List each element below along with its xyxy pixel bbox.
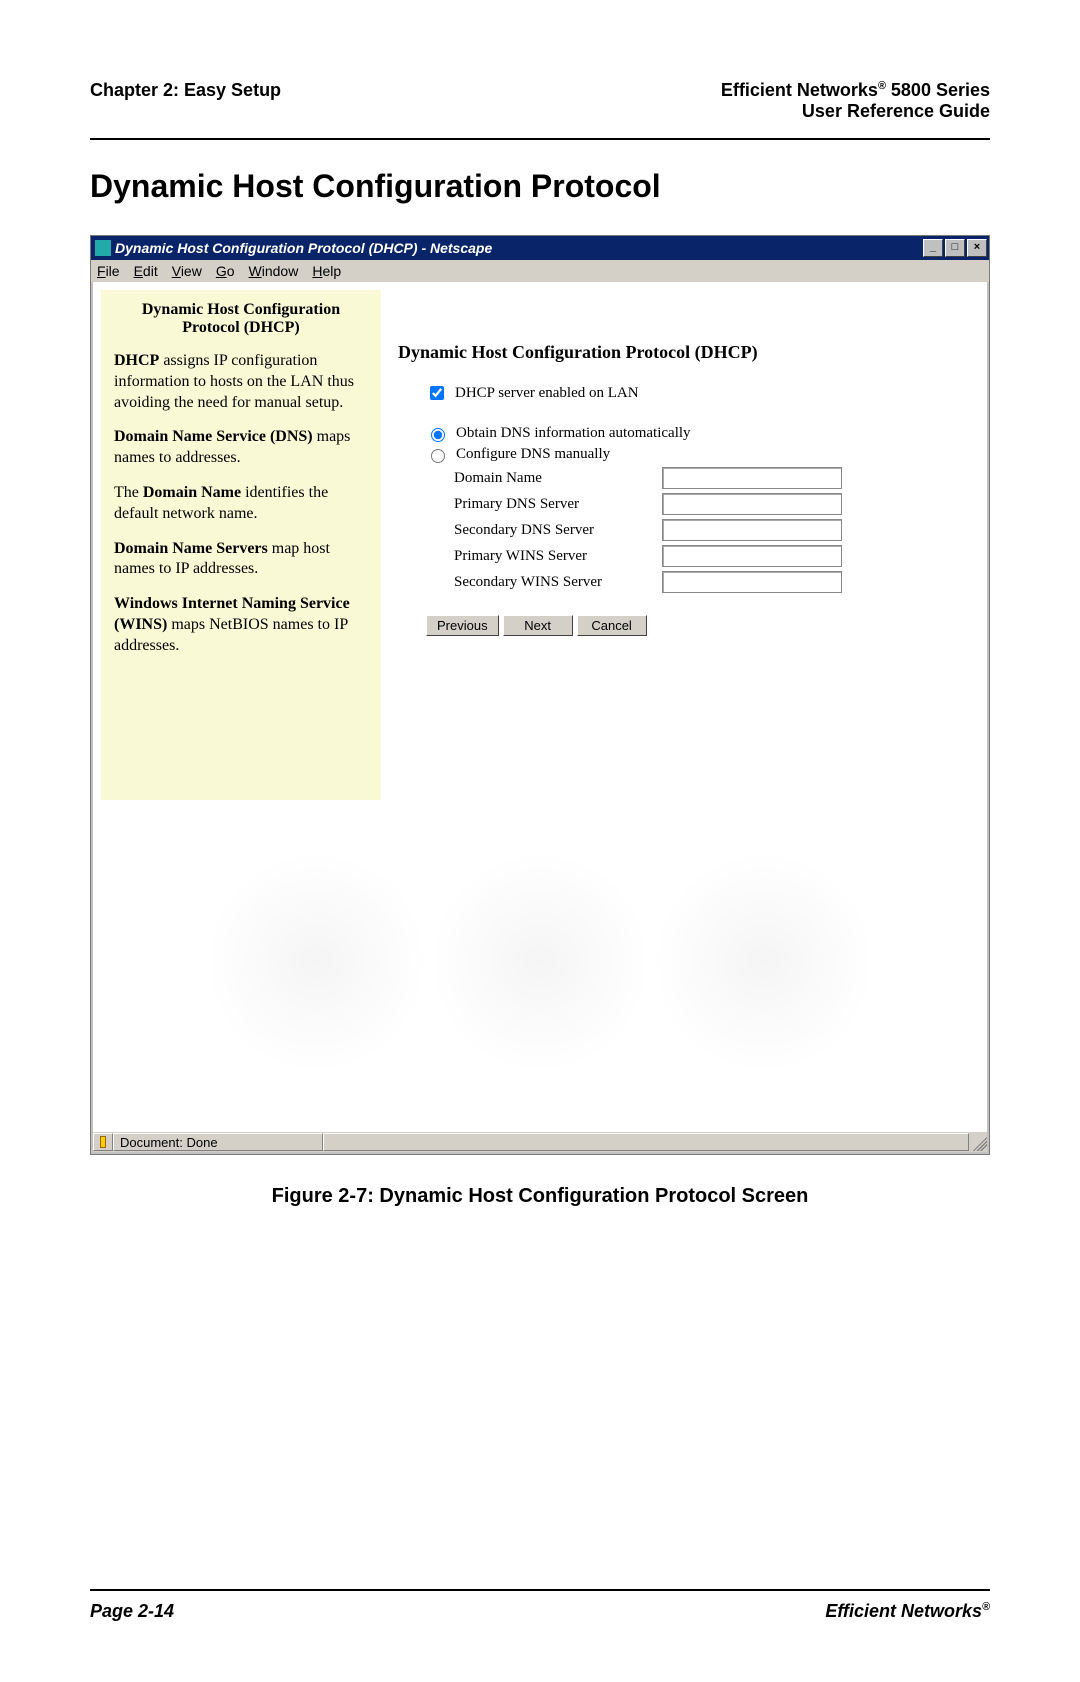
menu-view[interactable]: View (172, 263, 202, 279)
secondary-wins-row: Secondary WINS Server (454, 571, 977, 593)
section-heading: Dynamic Host Configuration Protocol (90, 168, 990, 205)
sidebar-title: Dynamic Host Configuration Protocol (DHC… (114, 301, 368, 337)
secondary-dns-input[interactable] (662, 519, 842, 541)
dns-manual-label: Configure DNS manually (456, 446, 610, 463)
menu-edit[interactable]: Edit (134, 263, 158, 279)
help-sidebar: Dynamic Host Configuration Protocol (DHC… (101, 290, 381, 800)
menu-go[interactable]: Go (216, 263, 235, 279)
secondary-wins-input[interactable] (662, 571, 842, 593)
cancel-button[interactable]: Cancel (577, 615, 647, 636)
status-fill (323, 1133, 969, 1151)
browser-window: Dynamic Host Configuration Protocol (DHC… (90, 235, 990, 1155)
netscape-icon (95, 240, 111, 256)
primary-dns-input[interactable] (662, 493, 842, 515)
primary-dns-label: Primary DNS Server (454, 496, 654, 513)
brand-name: Efficient Networks (721, 80, 878, 100)
secondary-dns-row: Secondary DNS Server (454, 519, 977, 541)
minimize-button[interactable]: _ (923, 239, 943, 257)
domain-name-row: Domain Name (454, 467, 977, 489)
primary-wins-label: Primary WINS Server (454, 548, 654, 565)
dns-auto-label: Obtain DNS information automatically (456, 425, 691, 442)
menu-window[interactable]: Window (249, 263, 299, 279)
primary-wins-input[interactable] (662, 545, 842, 567)
guide-subtitle: User Reference Guide (721, 101, 990, 122)
series-label: 5800 Series (886, 80, 990, 100)
main-form: Dynamic Host Configuration Protocol (DHC… (398, 342, 977, 636)
previous-button[interactable]: Previous (426, 615, 499, 636)
button-row: Previous Next Cancel (426, 615, 977, 636)
footer-rule (90, 1589, 990, 1591)
page-footer: Page 2-14 Efficient Networks® (90, 1581, 990, 1622)
sidebar-p-dhcp: DHCP assigns IP configuration informatio… (114, 351, 368, 413)
next-button[interactable]: Next (503, 615, 573, 636)
dns-manual-row: Configure DNS manually (426, 446, 977, 463)
form-heading: Dynamic Host Configuration Protocol (DHC… (398, 342, 977, 363)
page-number: Page 2-14 (90, 1601, 174, 1622)
sidebar-p-dns: Domain Name Service (DNS) maps names to … (114, 427, 368, 469)
sidebar-p-domain: The Domain Name identifies the default n… (114, 483, 368, 525)
status-bar: Document: Done (93, 1132, 987, 1152)
domain-name-label: Domain Name (454, 470, 654, 487)
primary-wins-row: Primary WINS Server (454, 545, 977, 567)
footer-brand: Efficient Networks® (825, 1601, 990, 1622)
product-title: Efficient Networks® 5800 Series (721, 80, 990, 101)
secondary-dns-label: Secondary DNS Server (454, 522, 654, 539)
dns-manual-radio[interactable] (431, 449, 445, 463)
menu-file[interactable]: File (97, 263, 120, 279)
maximize-button[interactable]: □ (945, 239, 965, 257)
chapter-label: Chapter 2: Easy Setup (90, 80, 281, 101)
figure-caption: Figure 2-7: Dynamic Host Configuration P… (90, 1185, 990, 1208)
dns-auto-row: Obtain DNS information automatically (426, 425, 977, 442)
resize-grip[interactable] (969, 1133, 987, 1151)
primary-dns-row: Primary DNS Server (454, 493, 977, 515)
status-text: Document: Done (113, 1133, 323, 1151)
status-icon-cell (93, 1133, 113, 1151)
dhcp-enabled-checkbox[interactable] (430, 386, 444, 400)
dhcp-enabled-label: DHCP server enabled on LAN (455, 385, 639, 402)
domain-name-input[interactable] (662, 467, 842, 489)
close-button[interactable]: × (967, 239, 987, 257)
registered-mark: ® (878, 80, 886, 92)
dns-auto-radio[interactable] (431, 428, 445, 442)
sidebar-p-wins: Windows Internet Naming Service (WINS) m… (114, 594, 368, 656)
window-titlebar: Dynamic Host Configuration Protocol (DHC… (91, 236, 989, 260)
lock-icon (100, 1136, 106, 1148)
header-rule (90, 138, 990, 140)
secondary-wins-label: Secondary WINS Server (454, 574, 654, 591)
menu-bar: File Edit View Go Window Help (91, 260, 989, 282)
window-title: Dynamic Host Configuration Protocol (DHC… (115, 240, 492, 256)
sidebar-p-dnsservers: Domain Name Servers map host names to IP… (114, 539, 368, 581)
dhcp-enabled-row: DHCP server enabled on LAN (426, 383, 977, 403)
content-area: Dynamic Host Configuration Protocol (DHC… (93, 282, 987, 1132)
menu-help[interactable]: Help (312, 263, 341, 279)
